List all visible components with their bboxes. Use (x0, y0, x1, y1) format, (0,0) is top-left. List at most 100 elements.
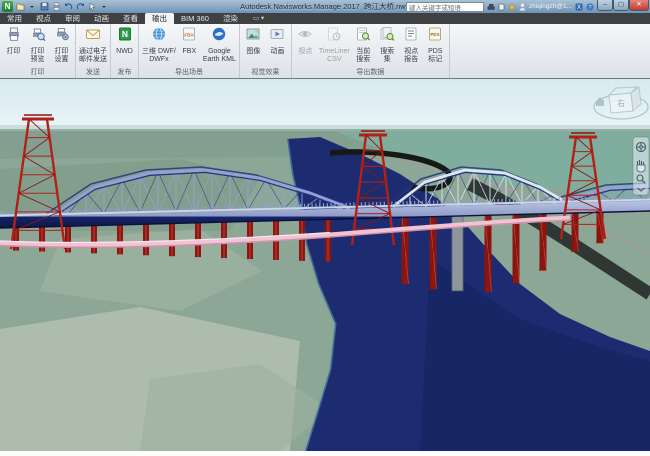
nwd-button[interactable]: N NWD (113, 25, 136, 56)
button-label: FBX (183, 48, 197, 56)
print-preview-icon (30, 26, 46, 47)
button-label: Google Earth KML (203, 48, 236, 63)
ribbon-panel-4: 三维 DWF/ DWFx FBX FBX Google Earth KML 导出场景 (139, 24, 240, 78)
current-search-button[interactable]: 当前 搜索 (352, 25, 375, 63)
print-preview-button[interactable]: 打印 预览 (26, 25, 49, 63)
button-label: 打印 (7, 48, 21, 56)
application-window: N (0, 0, 650, 450)
button-label: 视点 (298, 48, 312, 56)
search-binoculars-icon[interactable] (487, 3, 495, 11)
pds-button[interactable]: PDS PDS 标记 (424, 25, 447, 63)
navigation-bar[interactable] (633, 137, 649, 195)
svg-text:?: ? (588, 5, 591, 11)
kml-button[interactable]: Google Earth KML (202, 25, 237, 63)
viewpoint-report-button[interactable]: 视点 报告 (400, 25, 423, 63)
panel-name: 导出场景 (141, 66, 237, 78)
panel-name: 导出数据 (294, 66, 447, 78)
timeliner-icon (326, 26, 342, 47)
search-set-button[interactable]: 搜索 集 (376, 25, 399, 63)
title-bar: N (0, 0, 650, 14)
save-icon[interactable] (39, 2, 49, 12)
customize-caret-icon[interactable] (99, 2, 109, 12)
email-button[interactable]: 通过电子 邮件发送 (78, 25, 108, 63)
image-icon (245, 26, 261, 47)
minimize-button[interactable]: – (597, 0, 613, 11)
user-icon[interactable] (519, 3, 526, 11)
svg-text:N: N (121, 29, 127, 39)
kml-icon (211, 26, 227, 47)
tab-1[interactable]: 常用 (0, 13, 29, 24)
email-icon (85, 26, 101, 47)
button-label: NWD (116, 48, 133, 56)
timeliner-button: TimeLiner CSV (318, 25, 351, 63)
svg-text:FBX: FBX (185, 33, 195, 39)
button-label: PDS 标记 (428, 48, 442, 63)
window-controls: – ▢ ✕ (597, 0, 649, 11)
undo-icon[interactable] (63, 2, 73, 12)
open-caret-icon[interactable] (27, 2, 37, 12)
ribbon-panel-5: 图像 动画视觉效果 (240, 24, 292, 78)
ribbon-panel-6: 视点 TimeLiner CSV 当前 搜索搜索 集视点 报告 PDS PDS 标记导出… (292, 24, 450, 78)
animation-icon (269, 26, 285, 47)
svg-text:X: X (577, 5, 581, 11)
infocenter: zhiqingzh@1... X ? (406, 1, 602, 12)
print-settings-button[interactable]: 打印 设置 (50, 25, 73, 63)
open-folder-icon[interactable] (15, 2, 25, 12)
ribbon-panel-1: 打印 打印 预览打印 设置打印 (0, 24, 76, 78)
signed-in-username[interactable]: zhiqingzh@1... (529, 3, 572, 10)
tab-4[interactable]: 动画 (87, 13, 116, 24)
panel-name: 打印 (2, 66, 73, 78)
dwf-icon (151, 26, 167, 47)
svg-text:PDS: PDS (431, 32, 440, 37)
navisworks-app-button[interactable]: N (2, 1, 13, 12)
viewpoint-button: 视点 (294, 25, 317, 56)
tab-2[interactable]: 视点 (29, 13, 58, 24)
close-button[interactable]: ✕ (629, 0, 649, 11)
pds-icon: PDS (427, 26, 443, 47)
printer-icon (6, 26, 22, 47)
button-label: 当前 搜索 (356, 48, 370, 63)
tab-5[interactable]: 查看 (116, 13, 145, 24)
search-set-icon (379, 26, 395, 47)
favorites-star-icon[interactable] (508, 3, 516, 11)
tab-7[interactable]: BIM 360 (174, 13, 216, 24)
button-label: 动画 (270, 48, 284, 56)
tab-3[interactable]: 审阅 (58, 13, 87, 24)
ribbon-panel-2: 通过电子 邮件发送发送 (76, 24, 111, 78)
tab-8[interactable]: 渲染 (216, 13, 245, 24)
dwf-button[interactable]: 三维 DWF/ DWFx (141, 25, 177, 63)
image-button[interactable]: 图像 (242, 25, 265, 56)
viewport-3d[interactable]: 右 (0, 78, 650, 451)
ribbon-panel-3: NNWD发布 (111, 24, 139, 78)
fbx-icon: FBX (181, 26, 197, 47)
printer-button[interactable]: 打印 (2, 25, 25, 56)
ribbon-display-toggle[interactable]: ▭ ▾ (253, 13, 264, 24)
print-icon[interactable] (51, 2, 61, 12)
redo-icon[interactable] (75, 2, 85, 12)
button-label: 通过电子 邮件发送 (79, 48, 107, 63)
infocenter-search-input[interactable] (406, 2, 484, 12)
button-label: 图像 (246, 48, 260, 56)
button-label: 打印 预览 (31, 48, 45, 63)
fbx-button[interactable]: FBX FBX (178, 25, 201, 56)
button-label: TimeLiner CSV (319, 48, 350, 63)
select-icon[interactable] (87, 2, 97, 12)
panel-name: 视觉效果 (242, 66, 289, 78)
ribbon-tab-bar: 常用视点审阅动画查看输出BIM 360渲染 ▭ ▾ (0, 13, 650, 24)
help-icon[interactable]: ? (586, 3, 594, 11)
document-title: 跨江大桥.nwd (364, 2, 410, 11)
exchange-apps-icon[interactable]: X (575, 3, 583, 11)
print-settings-icon (54, 26, 70, 47)
ribbon-output-tab-panel: 打印打印 预览打印 设置打印通过电子 邮件发送发送NNWD发布三维 DWF/ D… (0, 24, 650, 79)
app-title: Autodesk Navisworks Manage 2017 (240, 2, 360, 11)
tab-6[interactable]: 输出 (145, 13, 174, 24)
animation-button[interactable]: 动画 (266, 25, 289, 56)
maximize-button[interactable]: ▢ (613, 0, 629, 11)
viewpoint-icon (297, 26, 313, 47)
viewpoint-report-icon (403, 26, 419, 47)
nwd-icon: N (117, 26, 133, 47)
keytip-icon[interactable] (498, 3, 505, 11)
button-label: 视点 报告 (404, 48, 418, 63)
sky (0, 79, 650, 131)
quick-access-toolbar: N (0, 1, 109, 12)
